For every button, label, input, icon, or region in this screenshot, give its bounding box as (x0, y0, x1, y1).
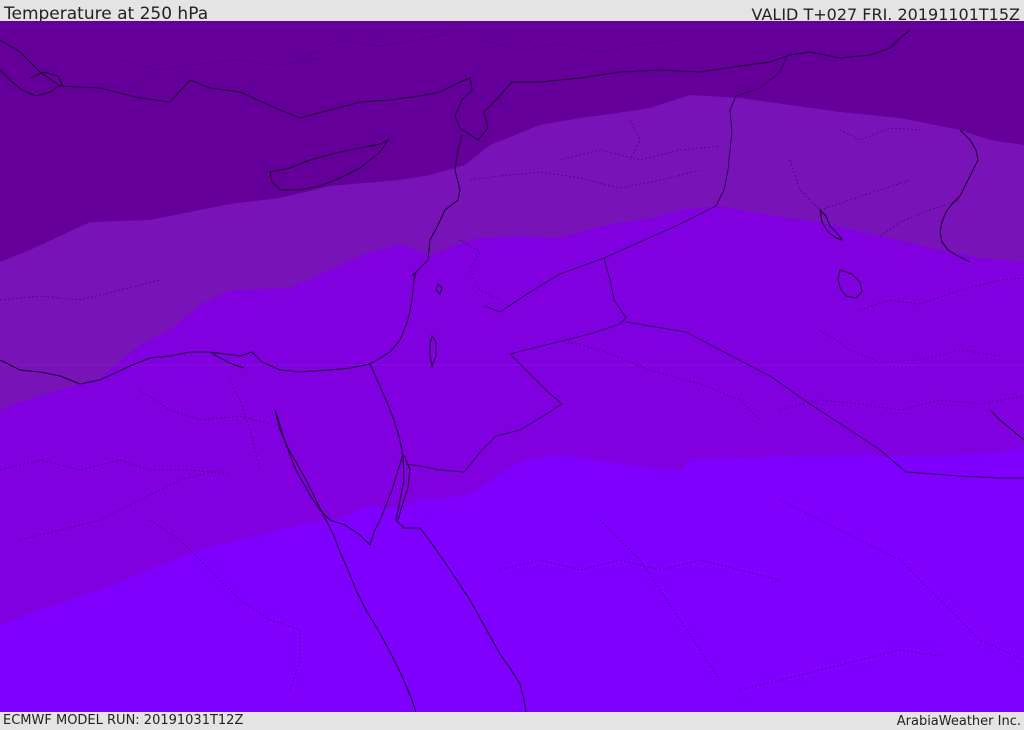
model-run-label: ECMWF MODEL RUN: 20191031T12Z (3, 713, 244, 728)
header-bar: Temperature at 250 hPa VALID T+027 FRI. … (0, 0, 1024, 24)
weather-map (0, 21, 1024, 712)
footer-bar: ECMWF MODEL RUN: 20191031T12Z ArabiaWeat… (0, 712, 1024, 729)
credit-label: ArabiaWeather Inc. (896, 714, 1021, 729)
map-canvas (0, 21, 1024, 712)
